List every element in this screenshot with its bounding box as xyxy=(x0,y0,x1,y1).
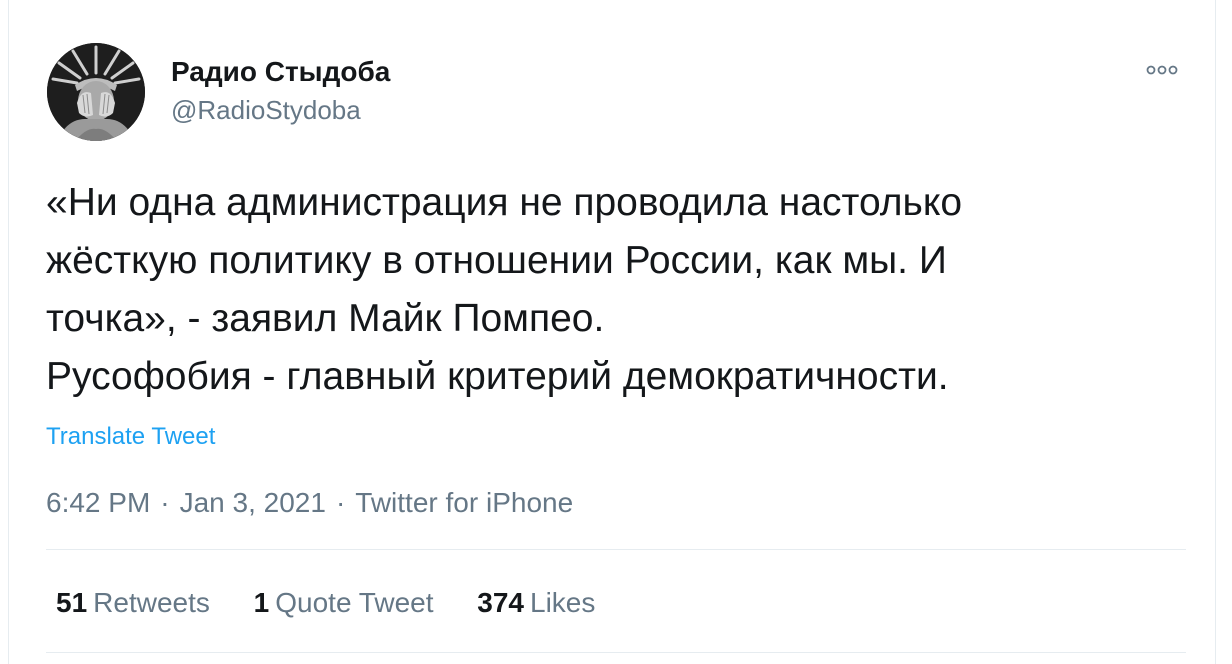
retweets-label: Retweets xyxy=(93,587,210,618)
tweet-text: «Ни одна администрация не проводила наст… xyxy=(46,174,1196,406)
quote-tweets-count: 1 xyxy=(253,587,270,618)
tweet-text-line: точка», - заявил Майк Помпео. xyxy=(46,297,605,340)
retweets-stat[interactable]: 51 Retweets xyxy=(56,586,210,620)
tweet-card: Радио Стыдоба @RadioStydoba «Ни одна адм… xyxy=(8,0,1216,664)
divider xyxy=(46,549,1186,550)
more-button[interactable] xyxy=(1140,56,1184,84)
tweet-time[interactable]: 6:42 PM xyxy=(46,487,150,518)
divider xyxy=(46,652,1186,653)
likes-label: Likes xyxy=(530,587,596,618)
more-dots-icon xyxy=(1146,65,1178,75)
likes-stat[interactable]: 374 Likes xyxy=(477,586,595,620)
tweet-text-line: «Ни одна администрация не проводила наст… xyxy=(46,181,963,224)
retweets-count: 51 xyxy=(56,587,88,618)
avatar[interactable] xyxy=(47,43,145,141)
likes-count: 374 xyxy=(477,587,524,618)
translate-tweet-link[interactable]: Translate Tweet xyxy=(46,422,215,452)
statue-of-liberty-facepalm-avatar xyxy=(47,43,145,141)
author-handle[interactable]: @RadioStydoba xyxy=(171,94,361,126)
tweet-stats: 51 Retweets 1 Quote Tweet 374 Likes xyxy=(56,586,631,620)
tweet-text-line: Русофобия - главный критерий демократичн… xyxy=(46,355,949,398)
tweet-source[interactable]: Twitter for iPhone xyxy=(355,487,573,518)
tweet-metadata: 6:42 PM · Jan 3, 2021 · Twitter for iPhone xyxy=(46,486,573,520)
author-name[interactable]: Радио Стыдоба xyxy=(171,56,390,88)
tweet-text-line: жёсткую политику в отношении России, как… xyxy=(46,239,947,282)
quote-tweets-stat[interactable]: 1 Quote Tweet xyxy=(254,586,434,620)
quote-tweets-label: Quote Tweet xyxy=(275,587,434,618)
tweet-date[interactable]: Jan 3, 2021 xyxy=(180,487,326,518)
separator: · xyxy=(335,487,346,518)
separator: · xyxy=(160,487,170,518)
